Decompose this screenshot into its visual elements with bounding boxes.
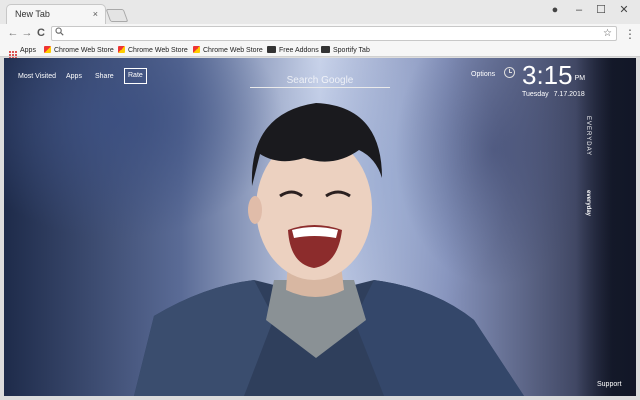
nav-share[interactable]: Share	[95, 72, 114, 82]
support-link[interactable]: Support	[597, 380, 622, 390]
close-window-button[interactable]: ✕	[613, 2, 635, 18]
bookmark-label: Free Addons	[279, 47, 319, 54]
bookmarks-bar: Apps Chrome Web Store Chrome Web Store C…	[0, 44, 640, 59]
bookmark-chrome-web-store-2[interactable]: Chrome Web Store	[118, 45, 188, 56]
chrome-web-store-icon	[44, 46, 51, 53]
reload-button[interactable]: C	[34, 26, 48, 40]
sportify-tab-icon	[321, 46, 330, 53]
bookmark-label: Chrome Web Store	[203, 47, 263, 54]
bookmark-label: Sportify Tab	[333, 47, 370, 54]
nav-rate[interactable]: Rate	[124, 68, 147, 84]
address-bar[interactable]: ☆	[51, 26, 617, 41]
nav-most-visited[interactable]: Most Visited	[18, 72, 56, 82]
clock-date: Tuesday 7.17.2018	[522, 90, 585, 99]
forward-button[interactable]: →	[20, 26, 34, 40]
minimize-button[interactable]: –	[568, 2, 590, 18]
clock-icon[interactable]	[504, 67, 515, 78]
tab-new-tab[interactable]: New Tab ×	[6, 4, 106, 24]
bookmark-label: Apps	[20, 47, 36, 54]
vertical-text-everyday: everyday	[585, 190, 591, 217]
tab-title: New Tab	[15, 9, 50, 19]
vertical-text-2: everyday	[582, 190, 592, 280]
background-photo-person	[134, 103, 524, 396]
address-input[interactable]	[68, 27, 588, 40]
chrome-web-store-icon	[193, 46, 200, 53]
options-link[interactable]: Options	[471, 70, 495, 80]
clock-time: 3:15 PM	[522, 61, 585, 89]
bookmark-label: Chrome Web Store	[128, 47, 188, 54]
search-input[interactable]	[250, 72, 390, 89]
clock-date-value: 7.17.2018	[553, 91, 585, 98]
search-box[interactable]	[250, 70, 390, 89]
bookmark-sportify-tab[interactable]: Sportify Tab	[321, 45, 370, 56]
free-addons-icon	[267, 46, 276, 53]
bookmark-label: Chrome Web Store	[54, 47, 114, 54]
bookmark-chrome-web-store-1[interactable]: Chrome Web Store	[44, 45, 114, 56]
nav-apps[interactable]: Apps	[66, 72, 82, 82]
chrome-web-store-icon	[118, 46, 125, 53]
account-icon[interactable]: ●	[544, 2, 566, 18]
back-button[interactable]: ←	[6, 26, 20, 40]
bookmark-star-icon[interactable]: ☆	[603, 27, 612, 40]
tab-strip: New Tab × ● – ☐ ✕	[0, 0, 640, 24]
clock-time-value: 3:15	[522, 60, 573, 90]
search-icon	[55, 27, 64, 40]
bookmark-chrome-web-store-3[interactable]: Chrome Web Store	[193, 45, 263, 56]
new-tab-page: Most Visited Apps Share Rate Options 3:1…	[4, 58, 636, 396]
menu-icon[interactable]: ⋮	[624, 27, 636, 41]
tab-close-icon[interactable]: ×	[93, 8, 98, 20]
clock-ampm: PM	[574, 75, 586, 82]
browser-toolbar: ← → C ☆ ⋮	[0, 24, 640, 44]
browser-window: New Tab × ● – ☐ ✕ ← → C ☆ ⋮ Apps Chrome …	[0, 0, 640, 400]
maximize-button[interactable]: ☐	[590, 2, 612, 18]
vertical-text-everyday-caps: EVERYDAY	[585, 116, 591, 157]
clock-day: Tuesday	[522, 91, 549, 98]
new-tab-button[interactable]	[105, 9, 129, 22]
bookmark-apps[interactable]: Apps	[9, 45, 36, 59]
bookmark-free-addons[interactable]: Free Addons	[267, 45, 319, 56]
